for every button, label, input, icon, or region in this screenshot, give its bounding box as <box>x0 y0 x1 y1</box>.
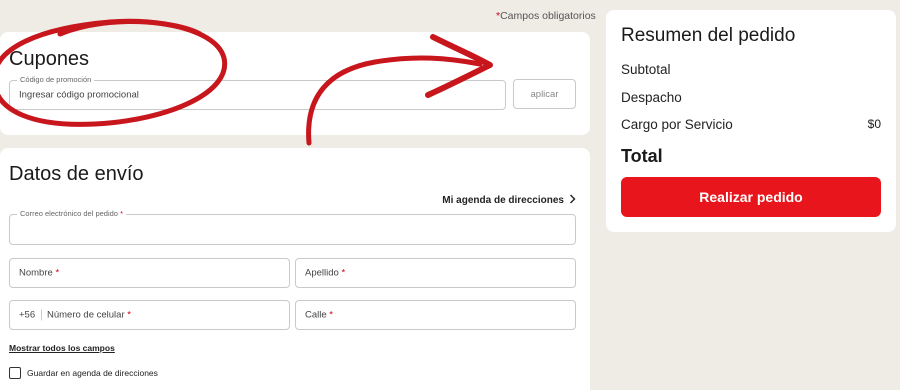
address-book-label: Mi agenda de direcciones <box>442 195 564 206</box>
apply-coupon-button[interactable]: aplicar <box>513 79 576 109</box>
despacho-row: Despacho <box>621 90 881 105</box>
service-charge-row: Cargo por Servicio $0 <box>621 117 881 132</box>
name-field[interactable]: Nombre * <box>9 258 290 288</box>
required-fields-note: *Campos obligatorios <box>496 10 596 22</box>
lastname-field[interactable]: Apellido * <box>295 258 576 288</box>
required-fields-text: Campos obligatorios <box>500 10 596 22</box>
promo-code-legend: Código de promoción <box>17 75 95 84</box>
show-all-fields-link[interactable]: Mostrar todos los campos <box>9 343 115 353</box>
save-address-row: Guardar en agenda de direcciones <box>9 367 158 379</box>
service-charge-label: Cargo por Servicio <box>621 117 733 132</box>
subtotal-label: Subtotal <box>621 62 671 77</box>
coupons-card: Cupones Código de promoción Ingresar cód… <box>0 32 590 135</box>
email-legend: Correo electrónico del pedido * <box>17 209 126 218</box>
phone-field[interactable]: +56 Número de celular * <box>9 300 290 330</box>
street-label: Calle * <box>305 309 333 321</box>
service-charge-value: $0 <box>867 117 881 131</box>
phone-prefix: +56 <box>19 309 43 321</box>
subtotal-row: Subtotal <box>621 62 881 77</box>
place-order-button[interactable]: Realizar pedido <box>621 177 881 217</box>
summary-title: Resumen del pedido <box>621 25 796 46</box>
shipping-title: Datos de envío <box>9 163 144 185</box>
name-label: Nombre * <box>19 267 60 279</box>
promo-code-input[interactable]: Código de promoción Ingresar código prom… <box>9 75 506 110</box>
despacho-label: Despacho <box>621 90 682 105</box>
total-label: Total <box>621 146 663 166</box>
phone-label: Número de celular * <box>47 309 131 321</box>
save-address-checkbox[interactable] <box>9 367 21 379</box>
chevron-right-icon <box>569 194 576 207</box>
address-book-link[interactable]: Mi agenda de direcciones <box>442 194 576 207</box>
order-summary-card: Resumen del pedido Subtotal Despacho Car… <box>606 10 896 232</box>
lastname-label: Apellido * <box>305 267 346 279</box>
email-field[interactable]: Correo electrónico del pedido * <box>9 209 576 245</box>
street-field[interactable]: Calle * <box>295 300 576 330</box>
promo-code-placeholder: Ingresar código promocional <box>19 89 139 101</box>
coupons-title: Cupones <box>9 48 90 70</box>
save-address-label: Guardar en agenda de direcciones <box>27 368 158 378</box>
shipping-card: Datos de envío Mi agenda de direcciones … <box>0 148 590 390</box>
